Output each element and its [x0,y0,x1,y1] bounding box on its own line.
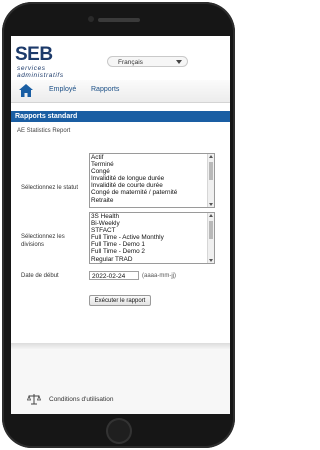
status-label: Sélectionnez le statut [21,185,79,191]
home-icon[interactable] [19,84,33,97]
list-option[interactable]: Invalidité de courte durée [90,182,214,189]
run-report-button[interactable]: Exécuter le rapport [89,295,151,306]
logo-subtitle: services administratifs [17,65,64,79]
footer: Conditions d'utilisation [11,349,230,414]
logo-mark: SEB [15,44,53,65]
list-option[interactable]: Invalidité de longue durée [90,175,214,182]
list-option[interactable]: Full Time - Demo 2 [90,248,214,255]
nav-reports[interactable]: Rapports [91,86,119,93]
list-option[interactable]: Terminé [90,161,214,168]
earpiece [98,18,140,22]
list-option[interactable]: Retraite [90,197,214,204]
screen: SEB services administratifs Français Emp… [11,36,230,414]
list-option[interactable]: Actif [90,154,214,161]
scales-icon [27,394,41,405]
divisions-scrollbar[interactable] [207,213,214,263]
scroll-up-icon [209,155,213,158]
list-option[interactable]: Full Time - Demo 1 [90,241,214,248]
front-camera [88,16,94,22]
status-scrollbar[interactable] [207,154,214,207]
chevron-down-icon [176,60,182,64]
scroll-up-icon [209,214,213,217]
nav-employee[interactable]: Employé [49,86,76,93]
phone-frame: SEB services administratifs Français Emp… [2,2,235,448]
list-option[interactable]: Congé [90,168,214,175]
list-option[interactable]: Congé de maternité / paternité [90,189,214,196]
scroll-down-icon [209,259,213,262]
start-date-input[interactable]: 2022-02-24 [89,271,139,280]
scroll-down-icon [209,203,213,206]
section-title: Rapports standard [11,111,230,122]
list-option[interactable]: 3S Health [90,213,214,220]
divisions-label: Sélectionnez les divisions [21,234,65,248]
list-option[interactable]: Bi-Weekly [90,220,214,227]
list-option[interactable]: STFACT [90,227,214,234]
language-selected: Français [118,59,143,66]
list-option[interactable]: Regular TRAD [90,256,214,263]
terms-link[interactable]: Conditions d'utilisation [49,396,113,403]
report-name: AE Statistics Report [17,128,71,134]
start-date-label: Date de début [21,273,59,279]
scroll-thumb[interactable] [209,221,213,239]
logo[interactable]: SEB services administratifs [15,44,79,80]
status-listbox[interactable]: Actif Terminé Congé Invalidité de longue du… [89,153,215,208]
list-option[interactable]: Full Time - Active Monthly [90,234,214,241]
nav-bar: Employé Rapports [11,80,230,103]
divisions-listbox[interactable]: 3S Health Bi-Weekly STFACT Full Time - Acti… [89,212,215,264]
scroll-thumb[interactable] [209,162,213,180]
language-select[interactable]: Français [107,56,188,67]
date-format-hint: (aaaa-mm-jj) [142,273,177,279]
phone-home-button[interactable] [106,418,132,444]
